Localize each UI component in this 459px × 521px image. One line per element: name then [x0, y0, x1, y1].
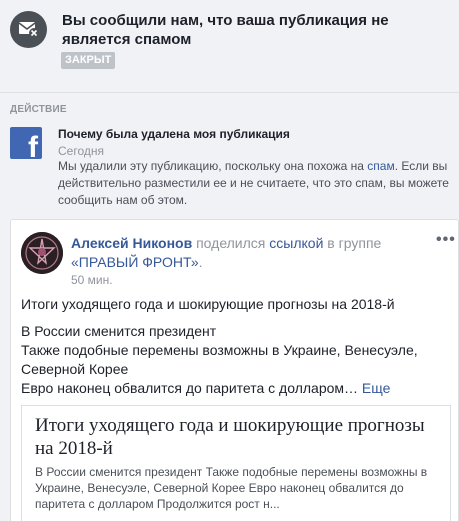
group-suffix: . [198, 254, 203, 270]
envelope-x-icon [10, 11, 47, 48]
post-text-line: Также подобные перемены возможны в Украи… [21, 342, 418, 358]
group-prefix: в группе [323, 235, 382, 251]
avatar[interactable] [21, 232, 63, 274]
action-date: Сегодня [58, 144, 104, 158]
action-section-label: ДЕЙСТВИЕ [10, 104, 67, 115]
post-text-line: Северной Корее [21, 361, 129, 377]
see-more-link[interactable]: Еще [362, 380, 391, 396]
author-name[interactable]: Алексей Никонов [71, 235, 192, 251]
shared-text: поделился [192, 235, 270, 251]
link-preview-description: В России сменится президент Также подобн… [35, 465, 428, 511]
shared-link[interactable]: ссылкой [269, 235, 323, 251]
status-badge: ЗАКРЫТ [61, 52, 116, 69]
action-body: Мы удалили эту публикацию, поскольку она… [58, 158, 453, 209]
post-text-line: В России сменится президент [21, 323, 217, 339]
post-text: Итоги уходящего года и шокирующие прогно… [21, 295, 451, 398]
post-text-title: Итоги уходящего года и шокирующие прогно… [21, 296, 395, 312]
link-preview[interactable]: Итоги уходящего года и шокирующие прогно… [21, 405, 451, 521]
spam-link[interactable]: спам [367, 159, 394, 173]
group-name-link[interactable]: «ПРАВЫЙ ФРОНТ» [71, 254, 199, 270]
facebook-logo-letter: f [28, 131, 38, 159]
notice-title: Вы сообщили нам, что ваша публикация не … [62, 12, 389, 48]
post-timestamp[interactable]: 50 мин. [71, 273, 113, 287]
more-options-icon[interactable]: ••• [436, 231, 456, 249]
section-divider [0, 92, 459, 93]
post-text-last-line: Евро наконец обвалится до паритета с дол… [21, 379, 451, 398]
action-body-start: Мы удалили эту публикацию, поскольку она… [58, 159, 368, 173]
post-header: Алексей Никонов поделился ссылкой в груп… [71, 234, 431, 272]
facebook-logo-icon: f [10, 127, 42, 159]
post-card: Алексей Никонов поделился ссылкой в груп… [10, 219, 459, 521]
post-text-last: Евро наконец обвалится до паритета с дол… [21, 380, 362, 396]
notice-header: Вы сообщили нам, что ваша публикация не … [0, 0, 459, 92]
action-title[interactable]: Почему была удалена моя публикация [58, 127, 290, 141]
link-preview-title[interactable]: Итоги уходящего года и шокирующие прогно… [35, 414, 435, 460]
post-text-gap [21, 314, 451, 322]
